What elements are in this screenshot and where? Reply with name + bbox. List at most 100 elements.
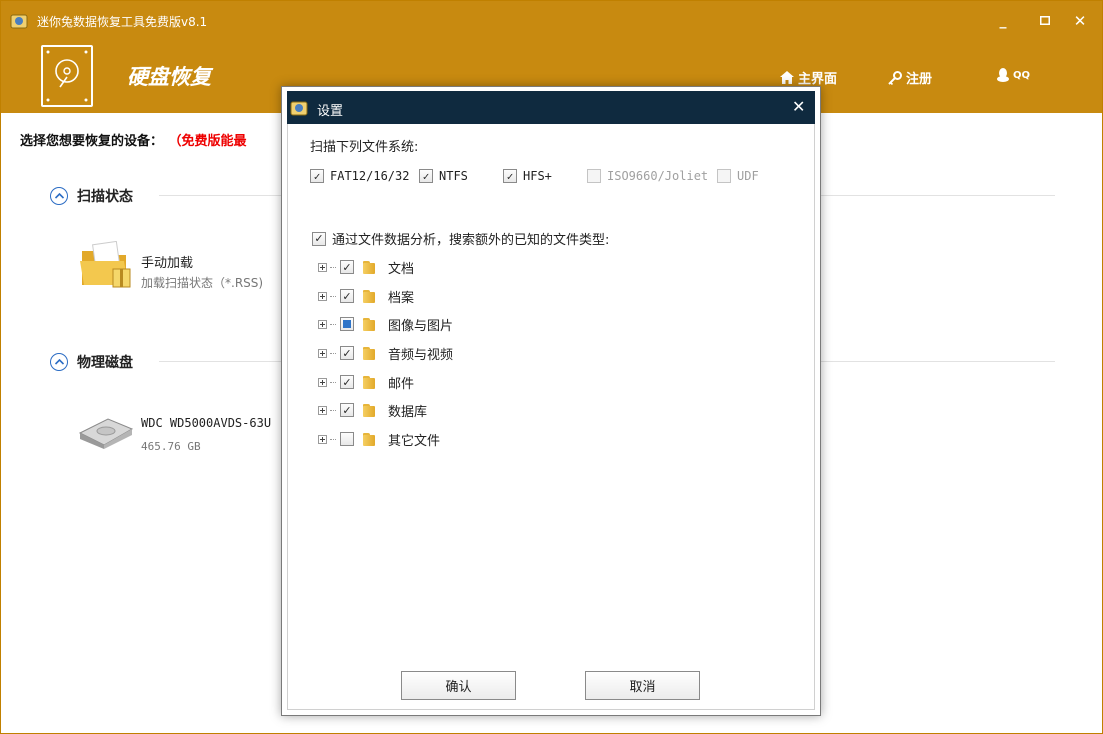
folder-icon [363,375,379,389]
expand-icon[interactable] [318,377,327,387]
fs-option-ntfs[interactable]: NTFS [419,169,468,183]
folder-icon [363,432,379,446]
nav-qq[interactable]: QQ [997,68,1030,82]
tree-connector [330,409,336,411]
title-bar: 迷你兔数据恢复工具免费版v8.1 _ ✕ [1,1,1102,41]
device-prompt-label: 选择您想要恢复的设备： [20,134,164,149]
checkbox[interactable] [419,169,433,183]
fs-option-label: ISO9660/Joliet [607,169,709,183]
tree-connector [330,266,336,268]
file-type-database[interactable]: 数据库 [318,401,428,420]
qq-penguin-icon [997,68,1009,82]
file-type-email[interactable]: 邮件 [318,373,415,392]
module-title: 硬盘恢复 [127,64,211,89]
folder-icon [363,289,379,303]
tree-connector [330,381,336,383]
file-analysis-label: 通过文件数据分析，搜索额外的已知的文件类型: [332,233,610,248]
checkbox[interactable] [340,289,354,303]
section-scan-status[interactable]: 扫描状态 [50,186,133,206]
tree-connector [330,295,336,297]
maximize-button[interactable] [1033,9,1057,33]
checkbox[interactable] [340,260,354,274]
file-type-label: 音频与视频 [388,347,454,363]
checkbox[interactable] [503,169,517,183]
nav-register[interactable]: 注册 [888,68,932,87]
file-type-other[interactable]: 其它文件 [318,430,441,449]
file-type-label: 图像与图片 [388,318,454,334]
expand-icon[interactable] [318,291,327,301]
fs-option-label: NTFS [439,169,468,183]
hard-disk-logo-icon [41,45,93,107]
folder-icon [363,403,379,417]
dialog-close-button[interactable]: ✕ [792,97,805,116]
collapse-icon[interactable] [50,187,68,205]
dialog-title: 设置 [317,104,344,119]
section-title: 扫描状态 [77,189,133,205]
free-version-warning: （免费版能最 [175,134,247,149]
dialog-title-bar[interactable]: 设置 ✕ [287,91,815,124]
home-icon [780,71,794,84]
expand-icon[interactable] [318,434,327,444]
app-logo-icon [10,14,28,29]
fs-option-fat[interactable]: FAT12/16/32 [310,169,409,183]
tree-connector [330,438,336,440]
expand-icon[interactable] [318,319,327,329]
disk-name[interactable]: WDC WD5000AVDS-63U [141,416,271,430]
fs-option-label: HFS+ [523,169,552,183]
tree-connector [330,352,336,354]
nav-home[interactable]: 主界面 [780,68,837,87]
file-type-images[interactable]: 图像与图片 [318,315,454,334]
hard-drive-icon[interactable] [78,415,134,449]
checkbox[interactable] [340,375,354,389]
fs-option-label: FAT12/16/32 [330,169,410,183]
folder-load-icon [80,241,131,288]
fs-option-hfs[interactable]: HFS+ [503,169,552,183]
section-title: 物理磁盘 [77,355,133,371]
minimize-button[interactable]: _ [991,9,1015,33]
file-type-label: 数据库 [388,404,428,420]
checkbox[interactable] [340,317,354,331]
folder-icon [363,317,379,331]
checkbox [587,169,601,183]
fs-option-udf: UDF [717,169,759,183]
checkbox[interactable] [340,432,354,446]
close-button[interactable]: ✕ [1068,9,1092,33]
checkbox [717,169,731,183]
file-type-audio-video[interactable]: 音频与视频 [318,344,454,363]
manual-load-subtitle: 加载扫描状态（*.RSS) [141,276,264,290]
manual-load-title[interactable]: 手动加载 [141,252,193,271]
disk-size: 465.76 GB [141,440,201,453]
file-type-label: 邮件 [388,376,415,392]
file-type-label: 其它文件 [388,433,441,449]
file-type-documents[interactable]: 文档 [318,258,414,277]
expand-icon[interactable] [318,348,327,358]
window-title: 迷你兔数据恢复工具免费版v8.1 [37,15,208,29]
nav-register-label: 注册 [906,72,933,87]
file-type-archives[interactable]: 档案 [318,287,415,306]
expand-icon[interactable] [318,405,327,415]
fs-option-label: UDF [737,169,759,183]
expand-icon[interactable] [318,262,327,272]
tree-connector [330,323,336,325]
maximize-icon [1039,15,1051,26]
file-system-label: 扫描下列文件系统: [310,140,419,155]
section-physical-disk[interactable]: 物理磁盘 [50,352,133,372]
nav-qq-label: QQ [1013,69,1031,81]
checkbox[interactable] [310,169,324,183]
cancel-button[interactable]: 取消 [585,671,700,700]
file-type-label: 档案 [388,290,415,306]
file-analysis-option[interactable]: 通过文件数据分析，搜索额外的已知的文件类型: [312,229,609,248]
checkbox[interactable] [312,231,326,246]
collapse-icon[interactable] [50,353,68,371]
nav-home-label: 主界面 [798,72,838,87]
folder-icon [363,260,379,274]
checkbox[interactable] [340,403,354,417]
checkbox[interactable] [340,346,354,360]
confirm-button[interactable]: 确认 [401,671,516,700]
app-logo-icon [290,101,308,116]
settings-dialog: 设置 ✕ 扫描下列文件系统: FAT12/16/32 NTFS HFS+ ISO… [281,86,821,716]
dialog-body: 扫描下列文件系统: FAT12/16/32 NTFS HFS+ ISO9660/… [287,124,815,710]
folder-icon [363,346,379,360]
device-prompt: 选择您想要恢复的设备： （免费版能最 [20,130,247,149]
fs-option-iso9660: ISO9660/Joliet [587,169,708,183]
